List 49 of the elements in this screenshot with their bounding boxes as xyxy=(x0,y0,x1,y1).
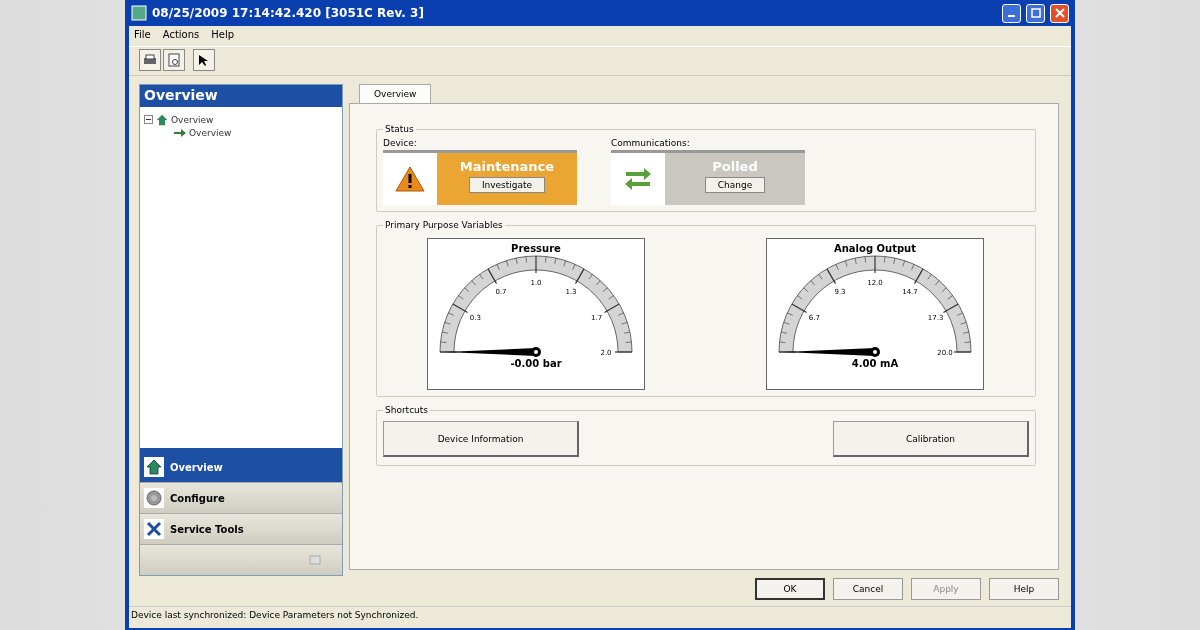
app-icon xyxy=(131,5,147,21)
close-icon xyxy=(1054,8,1065,18)
status-bar-text: Device last synchronized: Device Parameters not Synchronized. xyxy=(131,610,420,622)
dialog-button[interactable]: OK xyxy=(755,578,825,600)
status-label: Communications: xyxy=(611,138,691,149)
menu-item[interactable]: File xyxy=(134,29,151,43)
gauge-reading: 4.00 mA xyxy=(851,358,899,370)
status-action-button[interactable]: Change xyxy=(704,177,766,194)
dialog-button[interactable]: Cancel xyxy=(833,578,903,600)
close-button[interactable] xyxy=(1050,3,1069,23)
shortcut-button[interactable]: Device Information xyxy=(383,421,579,458)
group-title: Primary Purpose Variables xyxy=(384,220,504,231)
tree-item[interactable]: Overview xyxy=(171,114,214,125)
minimize-button[interactable] xyxy=(1002,3,1021,23)
menu-item[interactable]: Actions xyxy=(162,29,200,43)
group-title: Status xyxy=(384,124,415,135)
printer-icon xyxy=(143,54,157,66)
tools-icon xyxy=(146,521,162,537)
exchange-arrows-icon xyxy=(624,166,652,193)
print-preview-button[interactable] xyxy=(163,49,185,71)
warning-icon xyxy=(395,166,425,193)
sidebar-title: Overview xyxy=(140,85,342,107)
house-icon xyxy=(146,459,162,475)
shortcut-button[interactable]: Calibration xyxy=(833,421,1029,458)
page-magnifier-icon xyxy=(168,53,180,67)
nav-item[interactable]: Overview xyxy=(140,452,342,483)
nav-item[interactable]: Configure xyxy=(140,483,342,514)
tree-item[interactable]: Overview xyxy=(189,127,232,138)
window-title: 08/25/2009 17:14:42.420 [3051C Rev. 3] xyxy=(152,6,425,20)
dialog-button[interactable]: Help xyxy=(989,578,1059,600)
collapse-icon[interactable] xyxy=(144,115,153,124)
print-button[interactable] xyxy=(139,49,161,71)
gauge-reading: -0.00 bar xyxy=(510,358,562,370)
house-icon xyxy=(156,113,168,126)
maximize-icon xyxy=(1030,8,1041,18)
status-action-button[interactable]: Investigate xyxy=(468,177,546,194)
maximize-button[interactable] xyxy=(1026,3,1045,23)
disc-icon xyxy=(146,490,162,506)
gauge-title: Analog Output xyxy=(834,242,916,255)
help-pointer-button[interactable] xyxy=(193,49,215,71)
group-title: Shortcuts xyxy=(384,405,430,416)
status-label: Device: xyxy=(383,138,418,149)
status-text: Polled xyxy=(712,159,758,175)
menu-item[interactable]: Help xyxy=(211,29,235,43)
tab[interactable]: Overview xyxy=(359,84,432,104)
status-text: Maintenance xyxy=(459,159,555,175)
arrow-icon xyxy=(174,128,186,137)
gauge-title: Pressure xyxy=(511,242,561,255)
nav-item[interactable]: Service Tools xyxy=(140,514,342,545)
